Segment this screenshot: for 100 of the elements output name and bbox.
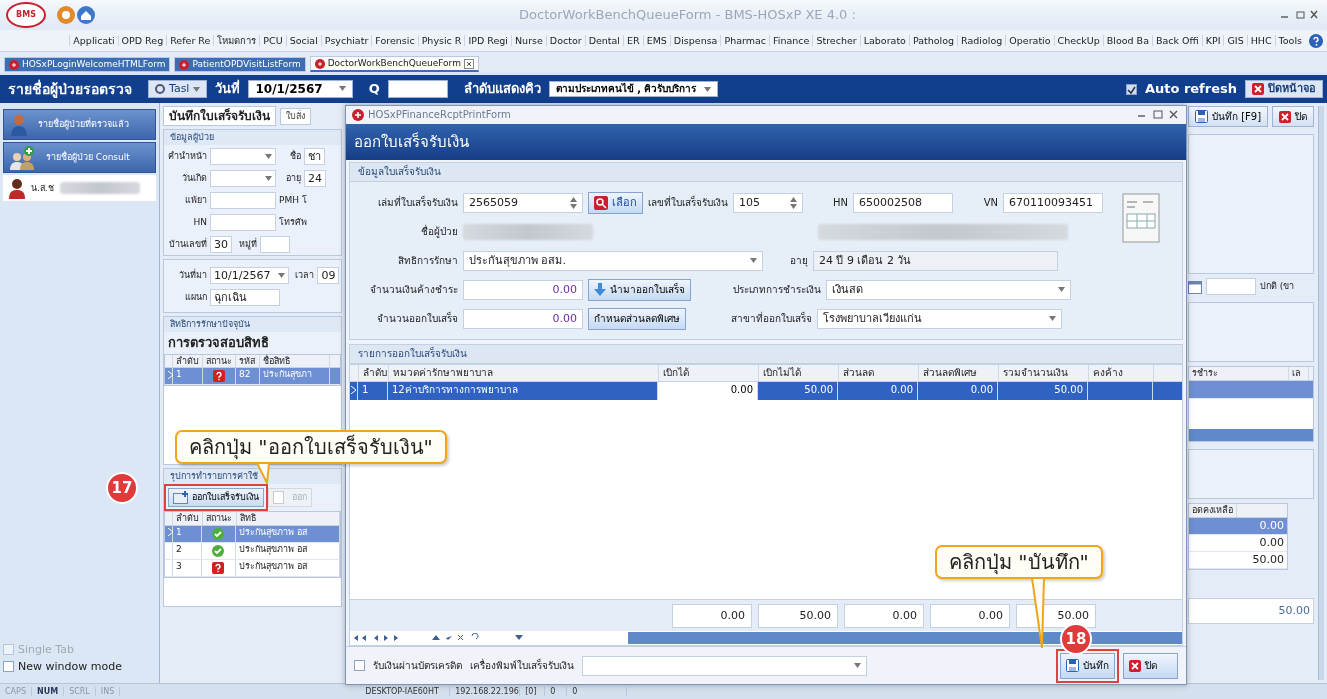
window-controls-drawing[interactable] [1279,9,1319,21]
amount-field[interactable]: 0.00 [463,308,583,329]
close-icon[interactable] [463,58,474,69]
table-row[interactable]: 1 12ค่าบริการทางการพยาบาล 0.00 50.00 0.00 0.00 50.00 [350,382,1182,400]
menu-item[interactable]: HHC [1246,34,1275,47]
menu-item[interactable]: IPD Regi [464,34,511,47]
input-field[interactable]: 24 [304,169,326,187]
checkbox[interactable] [3,660,14,672]
dropdown-caret-icon[interactable] [704,86,712,92]
input-field[interactable]: 650002508 [853,192,953,213]
sidebar-item[interactable]: รายชื่อผู้ป่วยที่ตรวจแล้ว [3,109,156,140]
amount-field[interactable]: 0.00 [463,279,583,300]
menu-item[interactable]: Tools [1274,34,1305,47]
sidebar-item[interactable]: รายชื่อผู้ป่วย Consult [3,142,156,173]
spinner-arrows-icon[interactable] [570,196,577,209]
dropdown-caret-icon[interactable] [1058,287,1065,292]
form-tab[interactable]: บันทึกใบเสร็จรับเงิน [163,106,276,127]
help-icon[interactable] [1309,33,1323,48]
checkbox[interactable] [1125,83,1137,95]
dropdown-caret-icon[interactable] [854,663,861,668]
menu-item[interactable]: Applicati [69,34,118,47]
window-controls-drawing[interactable] [1136,110,1180,120]
dropdown-field[interactable]: โรงพยาบาลเวียงแก่น [817,308,1062,329]
menu-item[interactable]: Physic R [417,34,465,47]
dropdown-field[interactable]: เงินสด [826,279,1071,300]
menu-item[interactable]: Patholog [908,34,958,47]
menu-item[interactable]: Radiolog [957,34,1006,47]
input-field[interactable]: 09 [317,266,340,284]
dropdown-caret-icon[interactable] [265,175,272,181]
menu-item[interactable]: Forensic [371,34,418,47]
menu-item[interactable]: CheckUp [1053,34,1103,47]
queue-field[interactable] [387,80,448,98]
close-button[interactable]: ปิด [1123,652,1178,679]
calendar-icon[interactable] [1188,279,1202,294]
spin-field[interactable]: 2565059 [463,192,583,213]
dropdown-caret-icon[interactable] [193,86,201,92]
document-tab[interactable]: PatientOPDVisitListForm [174,57,306,72]
dropdown-caret-icon[interactable] [338,86,346,92]
menu-item[interactable]: PCU [259,34,286,47]
form-tab[interactable]: ใบสั่ง [280,107,311,125]
order-dropdown[interactable]: ตามประเภทคนไข้ , คิวรับบริการ [548,81,719,97]
menu-item[interactable]: OPD Reg [117,34,167,47]
menu-item[interactable]: Doctor [545,34,585,47]
dropdown-caret-icon[interactable] [278,272,286,278]
menu-item[interactable]: โหมดการ [213,34,260,47]
redacted-field[interactable] [210,169,276,187]
document-tab[interactable]: DoctorWorkBenchQueueForm [309,56,479,72]
menu-item[interactable]: Pharmac [720,34,770,47]
redacted-field[interactable] [210,191,276,209]
spin-field[interactable]: 105 [733,192,803,213]
menu-item[interactable]: Finance [769,34,813,47]
table-row[interactable]: 2 ประกันสุขภาพ อส [165,542,340,560]
menu-item[interactable]: Nurse [511,34,546,47]
dropdown-caret-icon[interactable] [1049,316,1056,321]
redacted-field[interactable] [210,213,276,231]
menu-item[interactable]: Strecher [812,34,860,47]
close-screen-button[interactable]: ปิดหน้าจอ [1245,80,1323,98]
checkbox[interactable] [354,660,365,671]
input-field[interactable] [260,235,290,253]
dropdown-caret-icon[interactable] [265,153,272,159]
dropdown-field[interactable]: ประกันสุขภาพ อสม. [463,250,763,271]
input-field[interactable]: 30 [210,235,232,253]
redacted-field[interactable] [210,147,276,165]
menu-item[interactable]: KPI [1201,34,1224,47]
menu-item[interactable]: GIS [1223,34,1247,47]
menu-item[interactable]: Refer Re [166,34,214,47]
menu-item[interactable]: ER [623,34,643,47]
orb-icon[interactable] [56,5,76,25]
task-button[interactable]: Tasl [148,80,208,98]
input-field[interactable]: ฉุกเฉิน [210,288,280,306]
table-row[interactable]: 3 ประกันสุขภาพ อส [165,559,340,577]
menu-item[interactable]: Dispensa [669,34,721,47]
spinner-arrows-icon[interactable] [790,196,797,209]
date-field[interactable]: 10/1/2567 [248,79,353,99]
patient-row[interactable]: น.ส.ช [3,175,156,201]
menu-item[interactable]: EMS [642,34,670,47]
discount-button[interactable]: กำหนดส่วนลดพิเศษ [588,307,686,330]
bring-button[interactable]: นำมาออกใบเสร็จ [588,278,691,301]
horizontal-scrollbar[interactable] [628,632,1182,644]
vertical-scrollbar[interactable] [1318,106,1324,680]
menu-item[interactable]: Blood Ba [1102,34,1152,47]
save-button[interactable]: บันทึก [F9] [1188,106,1269,127]
menu-item[interactable]: Back Offi [1151,34,1202,47]
issue-receipt-button[interactable]: ออกใบเสร็จรับเงิน [168,488,264,508]
menu-item[interactable]: Psychiatr [320,34,372,47]
save-button[interactable]: บันทึก [1060,652,1115,679]
dropdown-caret-icon[interactable] [750,258,757,263]
close-button[interactable]: ปิด [1272,106,1315,127]
input-field[interactable]: 10/1/2567 [210,266,290,284]
menu-item[interactable]: Social [285,34,321,47]
input-field[interactable]: 24 ปี 9 เดือน 2 วัน [813,250,1058,271]
document-tab[interactable]: HOSxPLoginWelcomeHTMLForm [4,57,171,72]
horizontal-scrollbar[interactable] [1189,428,1314,441]
input-field[interactable] [1206,278,1256,295]
input-field[interactable]: ชา [304,147,325,165]
menu-item[interactable]: Laborato [859,34,909,47]
home-icon[interactable] [76,5,96,25]
choose-button[interactable]: เลือก [588,191,643,214]
menu-item[interactable]: Operatio [1005,34,1054,47]
input-field[interactable]: 670110093451 [1003,192,1103,213]
